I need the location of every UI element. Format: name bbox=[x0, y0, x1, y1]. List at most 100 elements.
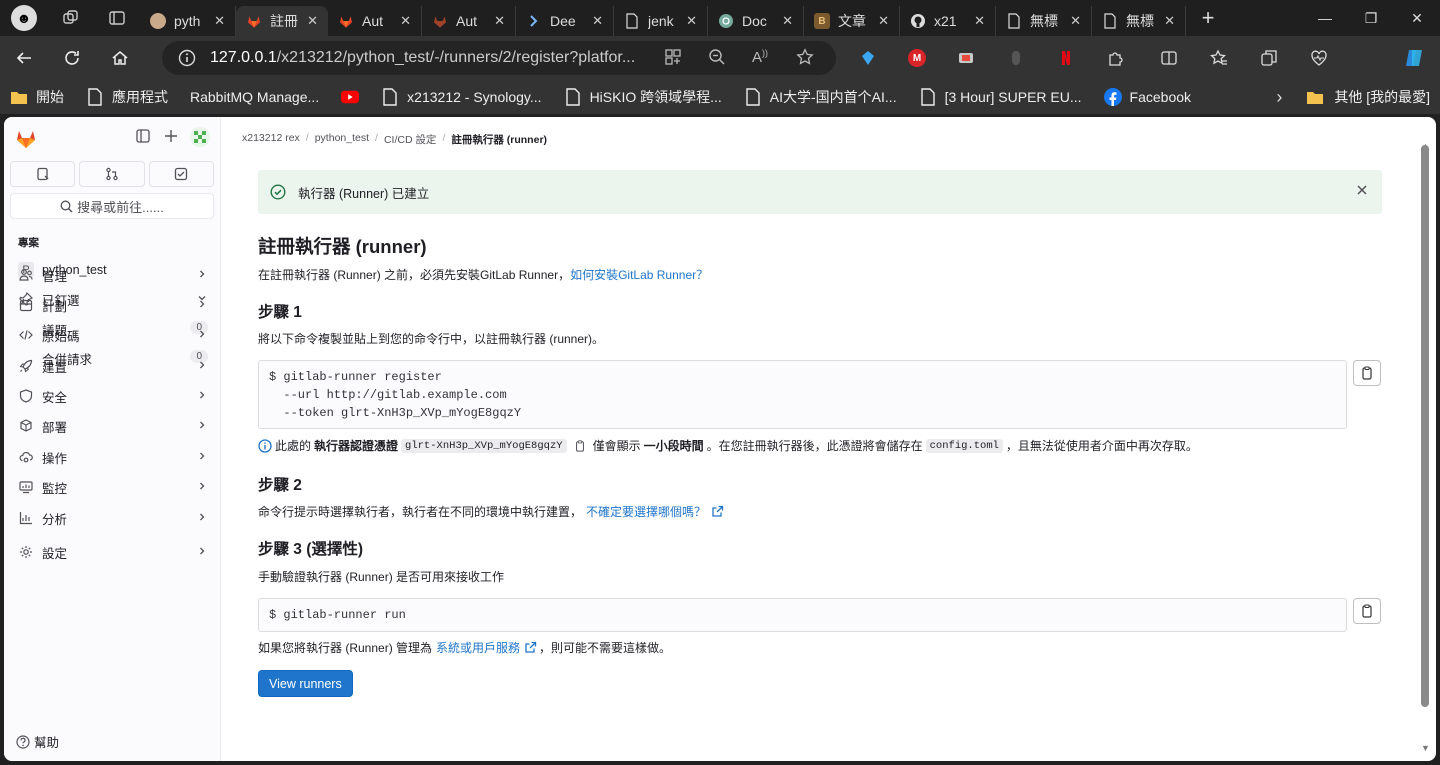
other-favorites-link[interactable]: 其他 [我的最愛] bbox=[1334, 87, 1430, 107]
tab-close-icon[interactable]: ✕ bbox=[400, 13, 411, 29]
bookmark-item[interactable]: x213212 - Synology... bbox=[381, 88, 542, 106]
sidebar-item-calendar[interactable]: 計劃 bbox=[10, 291, 214, 319]
tab-close-icon[interactable]: ✕ bbox=[782, 13, 793, 29]
breadcrumb-item-user[interactable]: x213212 rex bbox=[242, 132, 300, 147]
read-aloud-icon[interactable]: A)) bbox=[752, 48, 768, 66]
create-new-plus-icon[interactable] bbox=[164, 129, 178, 143]
reload-button[interactable] bbox=[48, 36, 96, 80]
collections-icon[interactable] bbox=[1255, 44, 1283, 72]
external-link-icon[interactable] bbox=[711, 505, 724, 518]
extension-mouse-icon[interactable] bbox=[1002, 44, 1030, 72]
address-bar[interactable]: 127.0.0.1/x213212/python_test/-/runners/… bbox=[162, 41, 836, 75]
register-command-code[interactable]: $ gitlab-runner register --url http://gi… bbox=[258, 360, 1347, 429]
sidebar-item-deploy[interactable]: 部署 bbox=[10, 412, 214, 440]
system-service-link[interactable]: 系統或用戶服務 bbox=[436, 639, 520, 656]
bookmark-item[interactable]: [3 Hour] SUPER EU... bbox=[919, 88, 1082, 106]
workspaces-icon[interactable] bbox=[48, 0, 94, 36]
bookmark-item[interactable]: HiSKIO 跨領域學程... bbox=[564, 87, 722, 107]
browser-tab[interactable]: pyth ✕ bbox=[140, 6, 236, 36]
bookmark-item[interactable]: AI大学-国内首个AI... bbox=[744, 87, 897, 107]
assigned-issues-button[interactable] bbox=[10, 161, 76, 187]
copy-run-command-button[interactable] bbox=[1353, 598, 1381, 624]
view-runners-button[interactable]: View runners bbox=[258, 670, 353, 697]
extension-m-icon[interactable]: M bbox=[903, 44, 931, 72]
todo-list-button[interactable] bbox=[148, 161, 214, 187]
back-button[interactable] bbox=[0, 36, 48, 80]
install-runner-link[interactable]: 如何安裝GitLab Runner？ bbox=[570, 268, 708, 282]
new-tab-button[interactable]: + bbox=[1186, 0, 1230, 36]
extensions-puzzle-icon[interactable] bbox=[1102, 44, 1130, 72]
favorites-icon[interactable] bbox=[1205, 44, 1233, 72]
close-window-button[interactable]: ✕ bbox=[1394, 0, 1440, 36]
sidebar-item-cloud-gear[interactable]: 操作 bbox=[10, 443, 214, 471]
sidebar-item-monitor[interactable]: 監控 bbox=[10, 473, 214, 501]
merge-requests-button[interactable] bbox=[79, 161, 145, 187]
help-button[interactable]: 幫助 bbox=[16, 732, 59, 751]
choose-executor-link[interactable]: 不確定要選擇哪個嗎？ bbox=[586, 503, 706, 520]
tab-close-icon[interactable]: ✕ bbox=[1164, 13, 1175, 29]
tab-close-icon[interactable]: ✕ bbox=[974, 13, 985, 29]
chevron-right-icon bbox=[196, 389, 208, 401]
browser-tab[interactable]: Aut ✕ bbox=[422, 6, 516, 36]
tab-close-icon[interactable]: ✕ bbox=[214, 13, 225, 29]
sidebar-item-code[interactable]: 原始碼 bbox=[10, 321, 214, 349]
external-link-icon[interactable] bbox=[524, 641, 537, 654]
browser-tab[interactable]: Aut ✕ bbox=[328, 6, 422, 36]
browser-tab[interactable]: 註冊 ✕ bbox=[236, 6, 328, 36]
extension-netflix-icon[interactable] bbox=[1052, 44, 1080, 72]
browser-tab[interactable]: 無標 ✕ bbox=[1092, 6, 1186, 36]
tab-close-icon[interactable]: ✕ bbox=[686, 13, 697, 29]
tab-close-icon[interactable]: ✕ bbox=[592, 13, 603, 29]
scroll-down-arrow-icon[interactable]: ▼ bbox=[1421, 743, 1430, 753]
browser-tab[interactable]: Dee ✕ bbox=[516, 6, 614, 36]
sidebar-item-chart[interactable]: 分析 bbox=[10, 504, 214, 532]
bookmark-item[interactable]: 開始 bbox=[10, 87, 64, 107]
run-command-code[interactable]: $ gitlab-runner run bbox=[258, 598, 1347, 632]
home-button[interactable] bbox=[96, 36, 144, 80]
tab-close-icon[interactable]: ✕ bbox=[878, 13, 889, 29]
sidebar-item-shield[interactable]: 安全 bbox=[10, 382, 214, 410]
tab-close-icon[interactable]: ✕ bbox=[494, 13, 505, 29]
bookmark-item[interactable]: RabbitMQ Manage... bbox=[190, 89, 319, 105]
close-icon[interactable] bbox=[1356, 184, 1368, 196]
browser-tab[interactable]: x21 ✕ bbox=[900, 6, 996, 36]
copy-register-command-button[interactable] bbox=[1353, 360, 1381, 386]
sidebar-item-users[interactable]: 管理 bbox=[10, 261, 214, 289]
page-scrollbar[interactable] bbox=[1421, 145, 1429, 707]
sidebar-item-rocket[interactable]: 建置 bbox=[10, 352, 214, 380]
copilot-icon[interactable] bbox=[1400, 44, 1428, 72]
app-available-icon[interactable] bbox=[664, 48, 682, 66]
browser-tab[interactable]: jenk ✕ bbox=[614, 6, 708, 36]
zoom-icon[interactable] bbox=[708, 48, 726, 66]
search-button[interactable]: 搜尋或前往...... bbox=[10, 193, 214, 219]
bookmark-item[interactable] bbox=[341, 88, 360, 106]
favorite-star-icon[interactable] bbox=[796, 48, 814, 66]
split-screen-icon[interactable] bbox=[1155, 44, 1183, 72]
tab-actions-icon[interactable] bbox=[94, 0, 140, 36]
gitlab-logo-icon[interactable] bbox=[14, 126, 38, 150]
breadcrumb-item-project[interactable]: python_test bbox=[315, 132, 369, 147]
extension-diamond-icon[interactable] bbox=[854, 44, 882, 72]
collapse-sidebar-icon[interactable] bbox=[136, 129, 150, 143]
browser-tab[interactable]: Doc ✕ bbox=[708, 6, 804, 36]
breadcrumb-item-current[interactable]: 註冊執行器 (runner) bbox=[451, 132, 547, 147]
token-value[interactable]: glrt-XnH3p_XVp_mYogE8gqzY bbox=[401, 438, 567, 453]
tab-close-icon[interactable]: ✕ bbox=[307, 13, 318, 29]
bookmark-item[interactable]: 應用程式 bbox=[86, 87, 168, 107]
copy-token-icon[interactable] bbox=[574, 439, 586, 452]
browser-essentials-icon[interactable] bbox=[1305, 44, 1333, 72]
url-text[interactable]: 127.0.0.1/x213212/python_test/-/runners/… bbox=[210, 49, 660, 67]
bookmark-item[interactable]: Facebook bbox=[1103, 88, 1191, 106]
user-avatar[interactable] bbox=[190, 127, 210, 147]
info-icon[interactable] bbox=[178, 49, 196, 67]
browser-tab[interactable]: 無標 ✕ bbox=[996, 6, 1092, 36]
breadcrumb-item-cicd-settings[interactable]: CI/CD 設定 bbox=[384, 132, 437, 147]
bookmarks-overflow-chevron-icon[interactable]: › bbox=[1276, 87, 1282, 108]
browser-tab[interactable]: B 文章 ✕ bbox=[804, 6, 900, 36]
tab-close-icon[interactable]: ✕ bbox=[1070, 13, 1081, 29]
sidebar-item-gear[interactable]: 設定 bbox=[10, 538, 214, 566]
restore-button[interactable]: ❐ bbox=[1348, 0, 1394, 36]
extension-screenshot-icon[interactable] bbox=[952, 44, 980, 72]
minimize-button[interactable]: — bbox=[1302, 0, 1348, 36]
profile-button[interactable]: ☻ bbox=[0, 0, 48, 36]
